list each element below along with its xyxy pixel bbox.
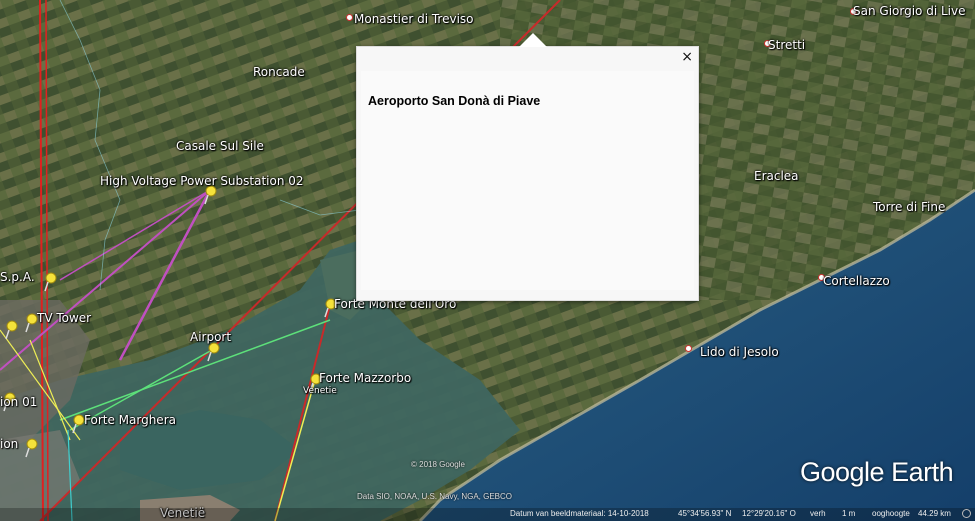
place-label: Casale Sul Sile: [176, 139, 264, 153]
place-label: Monastier di Treviso: [354, 12, 474, 26]
elevation-label: verh: [810, 509, 826, 518]
yellow-pin-icon[interactable]: [43, 272, 57, 292]
place-label: Forte Mazzorbo: [319, 371, 412, 385]
place-label: Roncade: [253, 65, 305, 79]
place-label: Torre di Fine: [873, 200, 946, 214]
place-label: Cortellazzo: [823, 274, 890, 288]
elevation-value: 1 m: [842, 509, 856, 518]
data-sources-text: Data SIO, NOAA, U.S. Navy, NGA, GEBCO: [357, 492, 512, 501]
place-label: Stretti: [768, 38, 806, 52]
place-label: Venetie: [303, 386, 337, 396]
yellow-pin-icon[interactable]: [206, 342, 220, 362]
town-marker[interactable]: [346, 14, 353, 21]
place-label: TV Tower: [37, 311, 92, 325]
town-marker[interactable]: [685, 345, 692, 352]
eye-altitude-label: ooghoogte: [872, 509, 910, 518]
place-label: Eraclea: [754, 169, 799, 183]
latitude: 45°34'56.93" N: [678, 509, 732, 518]
yellow-pin-icon[interactable]: [24, 313, 38, 333]
copyright-text: © 2018 Google: [411, 460, 465, 469]
place-label: ion 01: [0, 395, 38, 409]
close-icon[interactable]: ×: [681, 49, 693, 65]
status-bar: Datum van beeldmateriaal: 14-10-2018 45°…: [0, 508, 975, 521]
place-label: Forte Marghera: [84, 413, 176, 427]
google-earth-logo: Google Earth: [800, 457, 954, 487]
longitude: 12°29'20.16" O: [742, 509, 796, 518]
yellow-pin-icon[interactable]: [4, 320, 18, 340]
place-label: High Voltage Power Substation 02: [100, 174, 304, 188]
satellite-map[interactable]: Monastier di Treviso San Giorgio di Live…: [0, 0, 975, 521]
yellow-pin-icon[interactable]: [71, 414, 85, 434]
place-label: Lido di Jesolo: [700, 345, 779, 359]
place-label: San Giorgio di Live: [853, 4, 966, 18]
place-info-popup: × Aeroporto San Donà di Piave: [356, 33, 699, 301]
place-label: ion: [0, 437, 19, 451]
popup-title: Aeroporto San Donà di Piave: [368, 94, 541, 108]
yellow-pin-icon[interactable]: [24, 438, 38, 458]
streaming-status-icon: [962, 509, 971, 518]
yellow-pin-icon[interactable]: [203, 185, 217, 205]
place-label: Airport: [190, 330, 232, 344]
eye-altitude-value: 44.29 km: [918, 509, 951, 518]
imagery-date: Datum van beeldmateriaal: 14-10-2018: [510, 509, 649, 518]
place-label: S.p.A.: [0, 270, 35, 284]
